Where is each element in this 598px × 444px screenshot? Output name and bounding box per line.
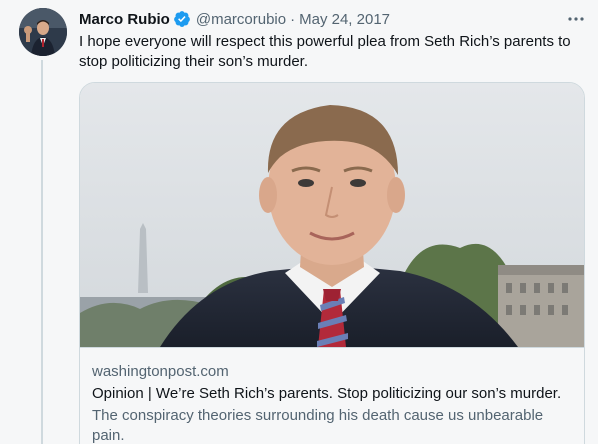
link-preview-card[interactable]: washingtonpost.com Opinion | We’re Seth … [79,82,585,444]
separator-dot: · [290,10,296,28]
avatar[interactable] [19,8,67,56]
article-photo [80,83,584,347]
card-domain[interactable]: washingtonpost.com [92,363,229,380]
handle[interactable]: @marcorubio [196,11,286,28]
tweet-text: I hope everyone will respect this powerf… [79,33,571,70]
verified-badge-icon [173,10,191,28]
card-title[interactable]: Opinion | We’re Seth Rich’s parents. Sto… [92,384,582,404]
profile-photo [19,8,67,56]
thread-line [41,60,43,444]
display-name[interactable]: Marco Rubio [79,11,170,28]
tweet-date[interactable]: May 24, 2017 [299,11,390,28]
tweet-header: Marco Rubio @marcorubio · May 24, 2017 [79,9,390,29]
card-image[interactable] [80,83,584,347]
card-divider [80,347,584,348]
card-description[interactable]: The conspiracy theories surrounding his … [92,406,570,444]
more-options-icon[interactable] [566,9,586,29]
